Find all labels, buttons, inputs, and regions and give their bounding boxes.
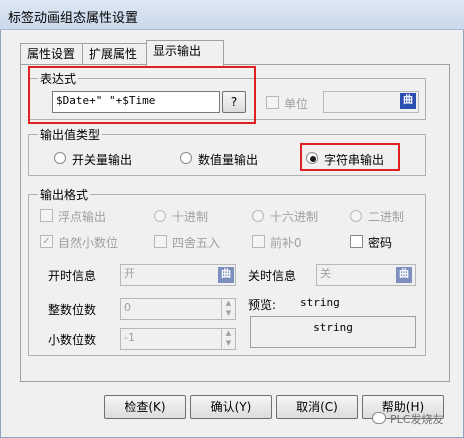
dec-digits-input[interactable]: -1 bbox=[120, 328, 236, 350]
hex-radio[interactable] bbox=[252, 210, 264, 222]
expression-input[interactable]: $Date+" "+$Time bbox=[52, 91, 220, 113]
title-bar: 标签动画组态属性设置 bbox=[0, 0, 464, 30]
binary-radio[interactable] bbox=[350, 210, 362, 222]
decimal-radio[interactable] bbox=[154, 210, 166, 222]
watermark-text: PLC发烧友 bbox=[390, 413, 444, 426]
tab-display-output[interactable]: 显示输出 bbox=[146, 40, 224, 66]
string-output-radio[interactable] bbox=[306, 152, 318, 164]
off-info-label: 关时信息 bbox=[248, 269, 297, 283]
preview-text: string bbox=[300, 296, 340, 309]
on-info-edit-icon[interactable]: 曲 bbox=[218, 267, 234, 283]
int-digits-spinner[interactable]: ▲ ▼ bbox=[221, 298, 235, 320]
string-output-label: 字符串输出 bbox=[324, 153, 385, 167]
unit-edit-icon[interactable]: 曲 bbox=[400, 93, 416, 109]
natural-decimal-label: 自然小数位 bbox=[58, 236, 119, 250]
spin-down-icon[interactable]: ▼ bbox=[222, 308, 235, 318]
spin-up-icon[interactable]: ▲ bbox=[222, 298, 235, 308]
numeric-output-radio[interactable] bbox=[180, 152, 192, 164]
numeric-output-label: 数值量输出 bbox=[198, 153, 259, 167]
spin-up-icon[interactable]: ▲ bbox=[222, 328, 235, 338]
round-checkbox[interactable] bbox=[154, 235, 167, 248]
float-output-checkbox[interactable] bbox=[40, 209, 53, 222]
unit-label: 单位 bbox=[284, 97, 309, 111]
cancel-button[interactable]: 取消(C) bbox=[276, 395, 358, 419]
float-output-label: 浮点输出 bbox=[58, 210, 107, 224]
binary-label: 二进制 bbox=[368, 210, 405, 224]
preview-box: string bbox=[250, 316, 416, 348]
decimal-label: 十进制 bbox=[172, 210, 209, 224]
int-digits-label: 整数位数 bbox=[48, 303, 97, 317]
spin-down-icon[interactable]: ▼ bbox=[222, 338, 235, 348]
hex-label: 十六进制 bbox=[270, 210, 319, 224]
wechat-icon bbox=[372, 412, 386, 424]
check-button[interactable]: 检查(K) bbox=[104, 395, 186, 419]
password-label: 密码 bbox=[368, 236, 393, 250]
pad-zero-checkbox[interactable] bbox=[252, 235, 265, 248]
confirm-button[interactable]: 确认(Y) bbox=[190, 395, 272, 419]
int-digits-input[interactable]: 0 bbox=[120, 298, 236, 320]
round-label: 四舍五入 bbox=[172, 236, 221, 250]
switch-output-label: 开关量输出 bbox=[72, 153, 133, 167]
natural-decimal-checkbox[interactable]: ✓ bbox=[40, 235, 53, 248]
off-info-edit-icon[interactable]: 曲 bbox=[396, 267, 412, 283]
dec-digits-label: 小数位数 bbox=[48, 333, 97, 347]
preview-label: 预览: bbox=[248, 298, 277, 312]
on-info-label: 开时信息 bbox=[48, 269, 97, 283]
password-checkbox[interactable] bbox=[350, 235, 363, 248]
dec-digits-spinner[interactable]: ▲ ▼ bbox=[221, 328, 235, 350]
switch-output-radio[interactable] bbox=[54, 152, 66, 164]
pad-zero-label: 前补0 bbox=[270, 236, 302, 250]
unit-checkbox[interactable] bbox=[266, 96, 279, 109]
tab-row: 属性设置 扩展属性 显示输出 bbox=[20, 40, 450, 66]
window-title: 标签动画组态属性设置 bbox=[8, 11, 139, 26]
expression-legend: 表达式 bbox=[38, 70, 79, 87]
expression-browse-button[interactable]: ? bbox=[222, 91, 246, 113]
output-format-legend: 输出格式 bbox=[38, 186, 91, 203]
value-type-legend: 输出值类型 bbox=[38, 126, 103, 143]
